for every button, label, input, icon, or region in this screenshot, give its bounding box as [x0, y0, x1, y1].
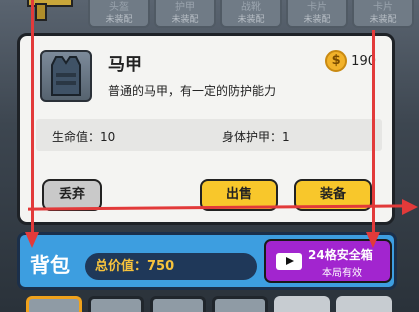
coin-icon: $ [325, 50, 348, 72]
inventory-slot[interactable] [26, 296, 82, 312]
backpack-bar: 背包 总价值：750 24格安全箱 本局有效 [17, 232, 397, 290]
inventory-slot[interactable] [88, 296, 144, 312]
guide-arrowhead-horizontal [402, 199, 418, 215]
item-detail-card: 马甲 $ 190 普通的马甲，有一定的防护能力 生命值：10 身体护甲：1 丢弃… [17, 33, 395, 225]
slot-status: 未装配 [237, 15, 265, 25]
stat-hp: 生命值：10 [52, 130, 116, 144]
item-name: 马甲 [108, 55, 142, 75]
slot-label: 战靴 [241, 2, 261, 13]
total-value: 总价值：750 [85, 253, 257, 280]
item-description: 普通的马甲，有一定的防护能力 [108, 84, 277, 98]
safe-box-title: 24格安全箱 [308, 248, 373, 262]
vest-icon [51, 56, 81, 96]
guide-arrow-right [372, 30, 375, 240]
inventory-slot[interactable] [336, 296, 392, 312]
inventory-slot[interactable] [274, 296, 330, 312]
slot-status: 未装配 [171, 15, 199, 25]
guide-arrowhead-right [366, 232, 380, 248]
slot-label: 头盔 [109, 2, 129, 13]
item-thumbnail [40, 50, 92, 102]
item-stats: 生命值：10 身体护甲：1 [36, 119, 382, 151]
safe-box-subtitle: 本局有效 [322, 268, 362, 279]
slot-label: 卡片 [373, 2, 393, 13]
item-price: $ 190 [325, 50, 376, 72]
slot-card-2[interactable]: 卡片 未装配 [352, 0, 414, 28]
slot-armor[interactable]: 护甲 未装配 [154, 0, 216, 28]
guide-arrowhead-left [25, 232, 39, 248]
video-play-icon [276, 253, 302, 270]
stat-body-armor: 身体护甲：1 [222, 130, 290, 144]
guide-arrow-left [31, 0, 34, 240]
inventory-slot[interactable] [150, 296, 206, 312]
slot-status: 未装配 [303, 15, 331, 25]
slot-helmet[interactable]: 头盔 未装配 [88, 0, 150, 28]
backpack-title: 背包 [30, 253, 70, 277]
slot-boots[interactable]: 战靴 未装配 [220, 0, 282, 28]
slot-status: 未装配 [369, 15, 397, 25]
slot-card-1[interactable]: 卡片 未装配 [286, 0, 348, 28]
equipment-slot-strip: 头盔 未装配 护甲 未装配 战靴 未装配 卡片 未装配 卡片 未装配 [88, 0, 414, 28]
slot-label: 卡片 [307, 2, 327, 13]
inventory-slot[interactable] [212, 296, 268, 312]
slot-status: 未装配 [105, 15, 133, 25]
inventory-row [26, 296, 406, 312]
slot-label: 护甲 [175, 2, 195, 13]
